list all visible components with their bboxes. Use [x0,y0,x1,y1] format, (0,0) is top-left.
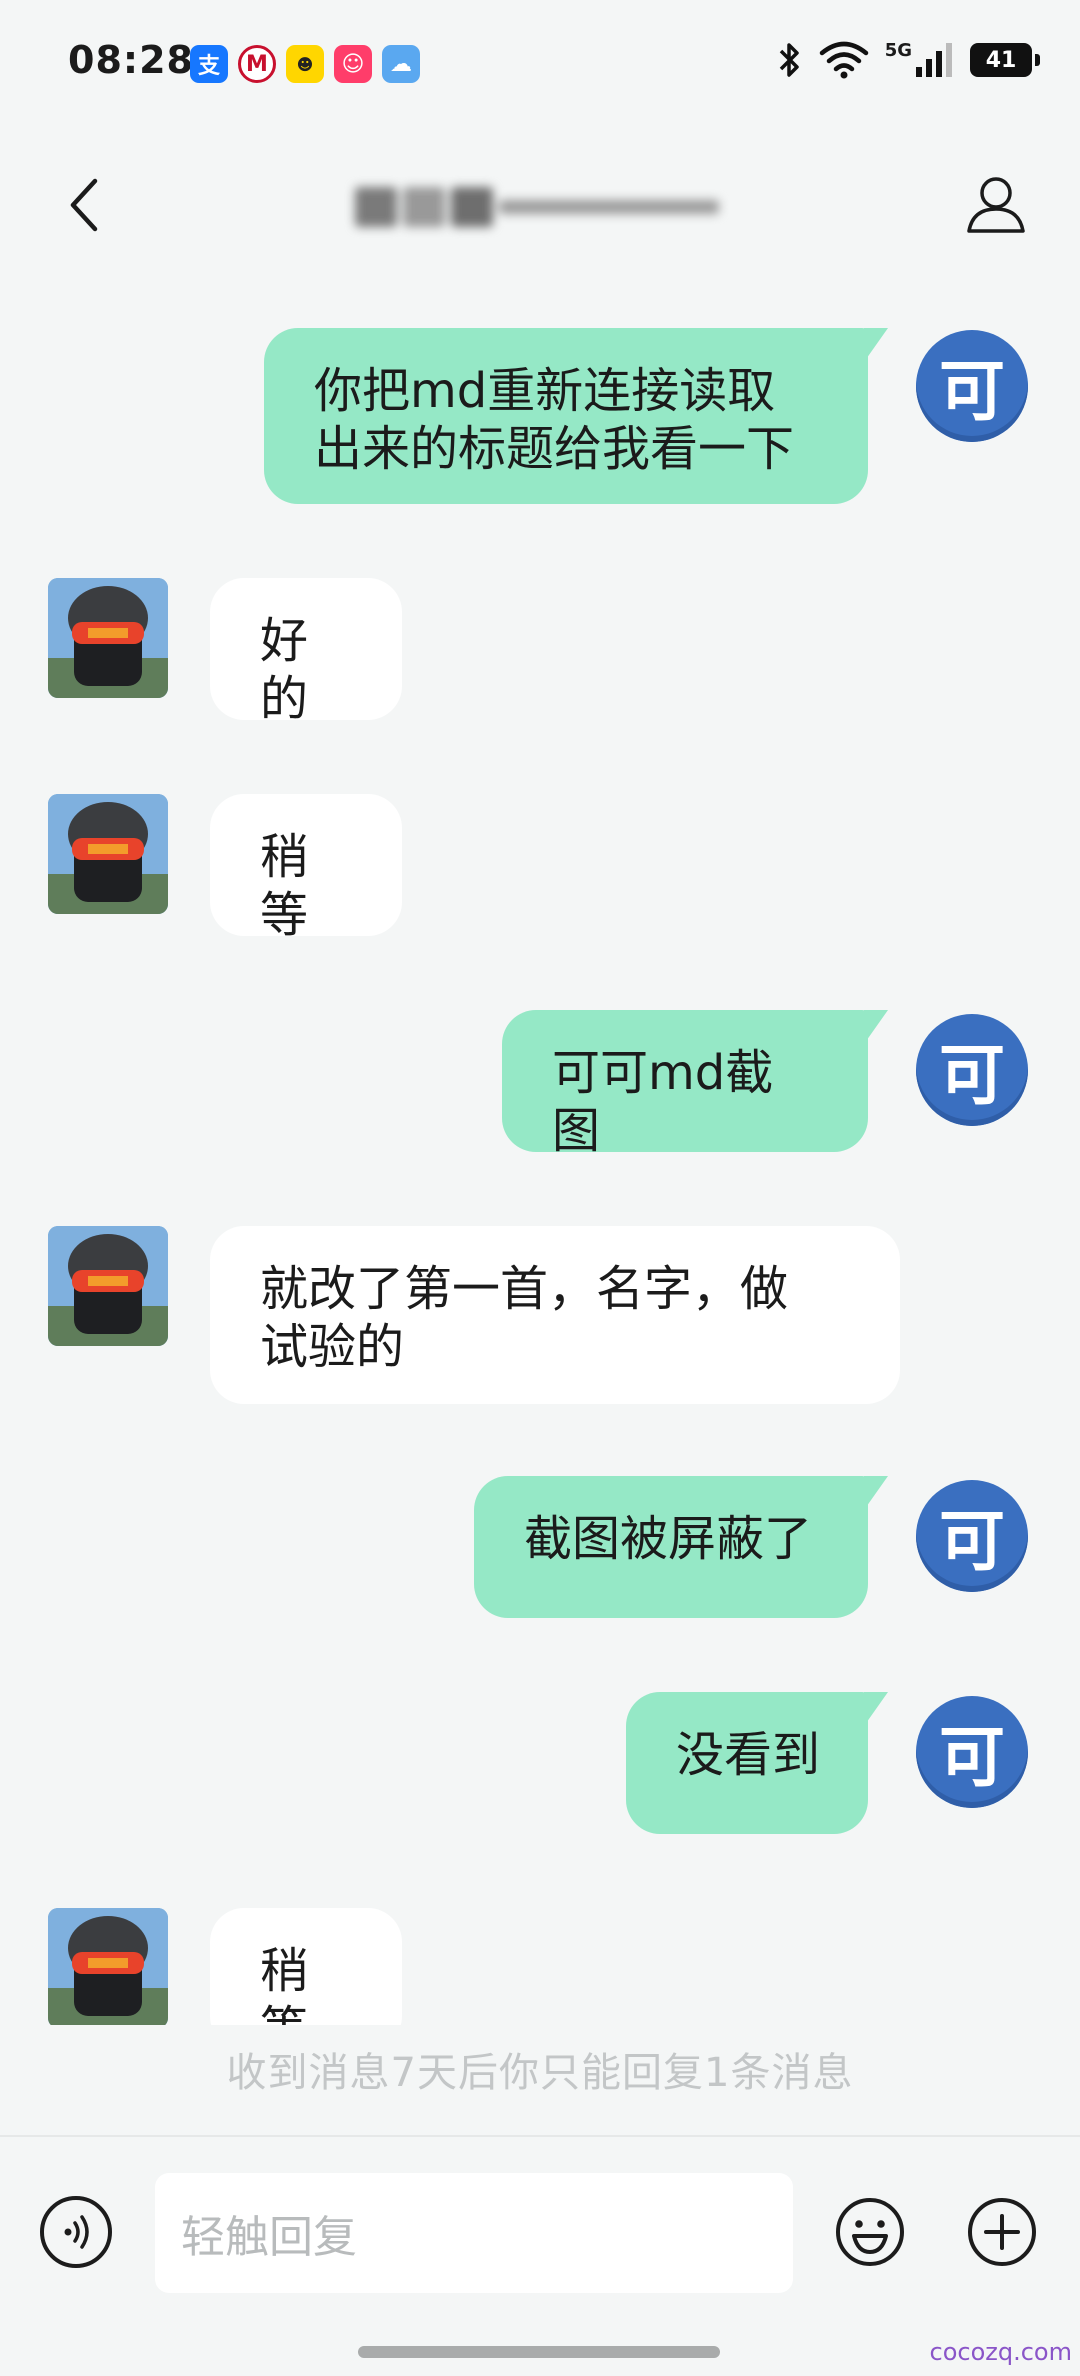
plus-icon [968,2198,1036,2266]
person-icon [967,177,1025,233]
contact-avatar-image [48,1226,168,1346]
system-icons: 5G 41 [777,39,1040,80]
weather-icon: ☁ [382,45,420,83]
wifi-icon [819,41,868,79]
yellow-app-icon: ☻ [286,45,324,83]
red-app-icon: ☺ [334,45,372,83]
reply-input-placeholder: 轻触回复 [181,2212,357,2263]
message-bubble-self[interactable]: 截图被屏蔽了 [474,1476,888,1618]
bank-app-icon: M [238,45,276,83]
message-bubble-other[interactable]: 好的 [210,578,402,727]
battery-level: 41 [985,47,1017,73]
chat-title-redacted [355,178,725,236]
self-avatar[interactable]: 可 [916,1696,1028,1808]
chat-header [0,150,1080,260]
voice-icon [64,2215,89,2249]
chevron-left-icon [70,178,98,232]
contact-avatar-image [48,1908,168,2025]
message-bubble-other[interactable]: 就改了第一首，名字，做 试验的 [210,1226,900,1404]
contact-avatar[interactable] [48,1908,168,2025]
clock: 08:28 [68,38,194,82]
self-avatar[interactable]: 可 [916,330,1028,442]
message-list[interactable]: 你把md重新连接读取 出来的标题给我看一下 可 好的 稍等 可可md截图 可 就… [0,300,1080,2025]
message-bubble-other[interactable]: 稍等 [210,1908,402,2025]
emoji-button[interactable] [834,2196,906,2268]
watermark: cocozq.com [929,2338,1072,2366]
profile-button[interactable] [960,168,1032,240]
contact-avatar[interactable] [48,578,168,698]
message-bubble-self[interactable]: 你把md重新连接读取 出来的标题给我看一下 [264,328,888,504]
input-bar: 轻触回复 [0,2135,1080,2297]
more-button[interactable] [966,2196,1038,2268]
message-bubble-self[interactable]: 没看到 [626,1692,888,1834]
home-indicator[interactable] [358,2346,720,2358]
back-button[interactable] [50,170,120,240]
contact-avatar-image [48,794,168,914]
message-bubble-self[interactable]: 可可md截图 [502,1010,888,1159]
contact-avatar-image [48,578,168,698]
notification-icons: 支 M ☻ ☺ ☁ [190,45,420,83]
battery-icon: 41 [970,43,1040,77]
contact-avatar[interactable] [48,1226,168,1346]
alipay-icon: 支 [190,45,228,83]
message-bubble-other[interactable]: 稍等 [210,794,402,943]
contact-avatar[interactable] [48,794,168,914]
emoji-icon [836,2198,904,2266]
signal-icon [916,43,952,77]
network-label: 5G [884,39,912,61]
voice-button[interactable] [40,2196,112,2268]
bluetooth-icon [779,43,799,77]
reply-input[interactable]: 轻触回复 [155,2173,793,2293]
reply-limit-notice: 收到消息7天后你只能回复1条消息 [226,2050,854,2096]
self-avatar[interactable]: 可 [916,1014,1028,1126]
status-bar: 08:28 支 M ☻ ☺ ☁ 5G 41 [0,0,1080,130]
self-avatar[interactable]: 可 [916,1480,1028,1592]
